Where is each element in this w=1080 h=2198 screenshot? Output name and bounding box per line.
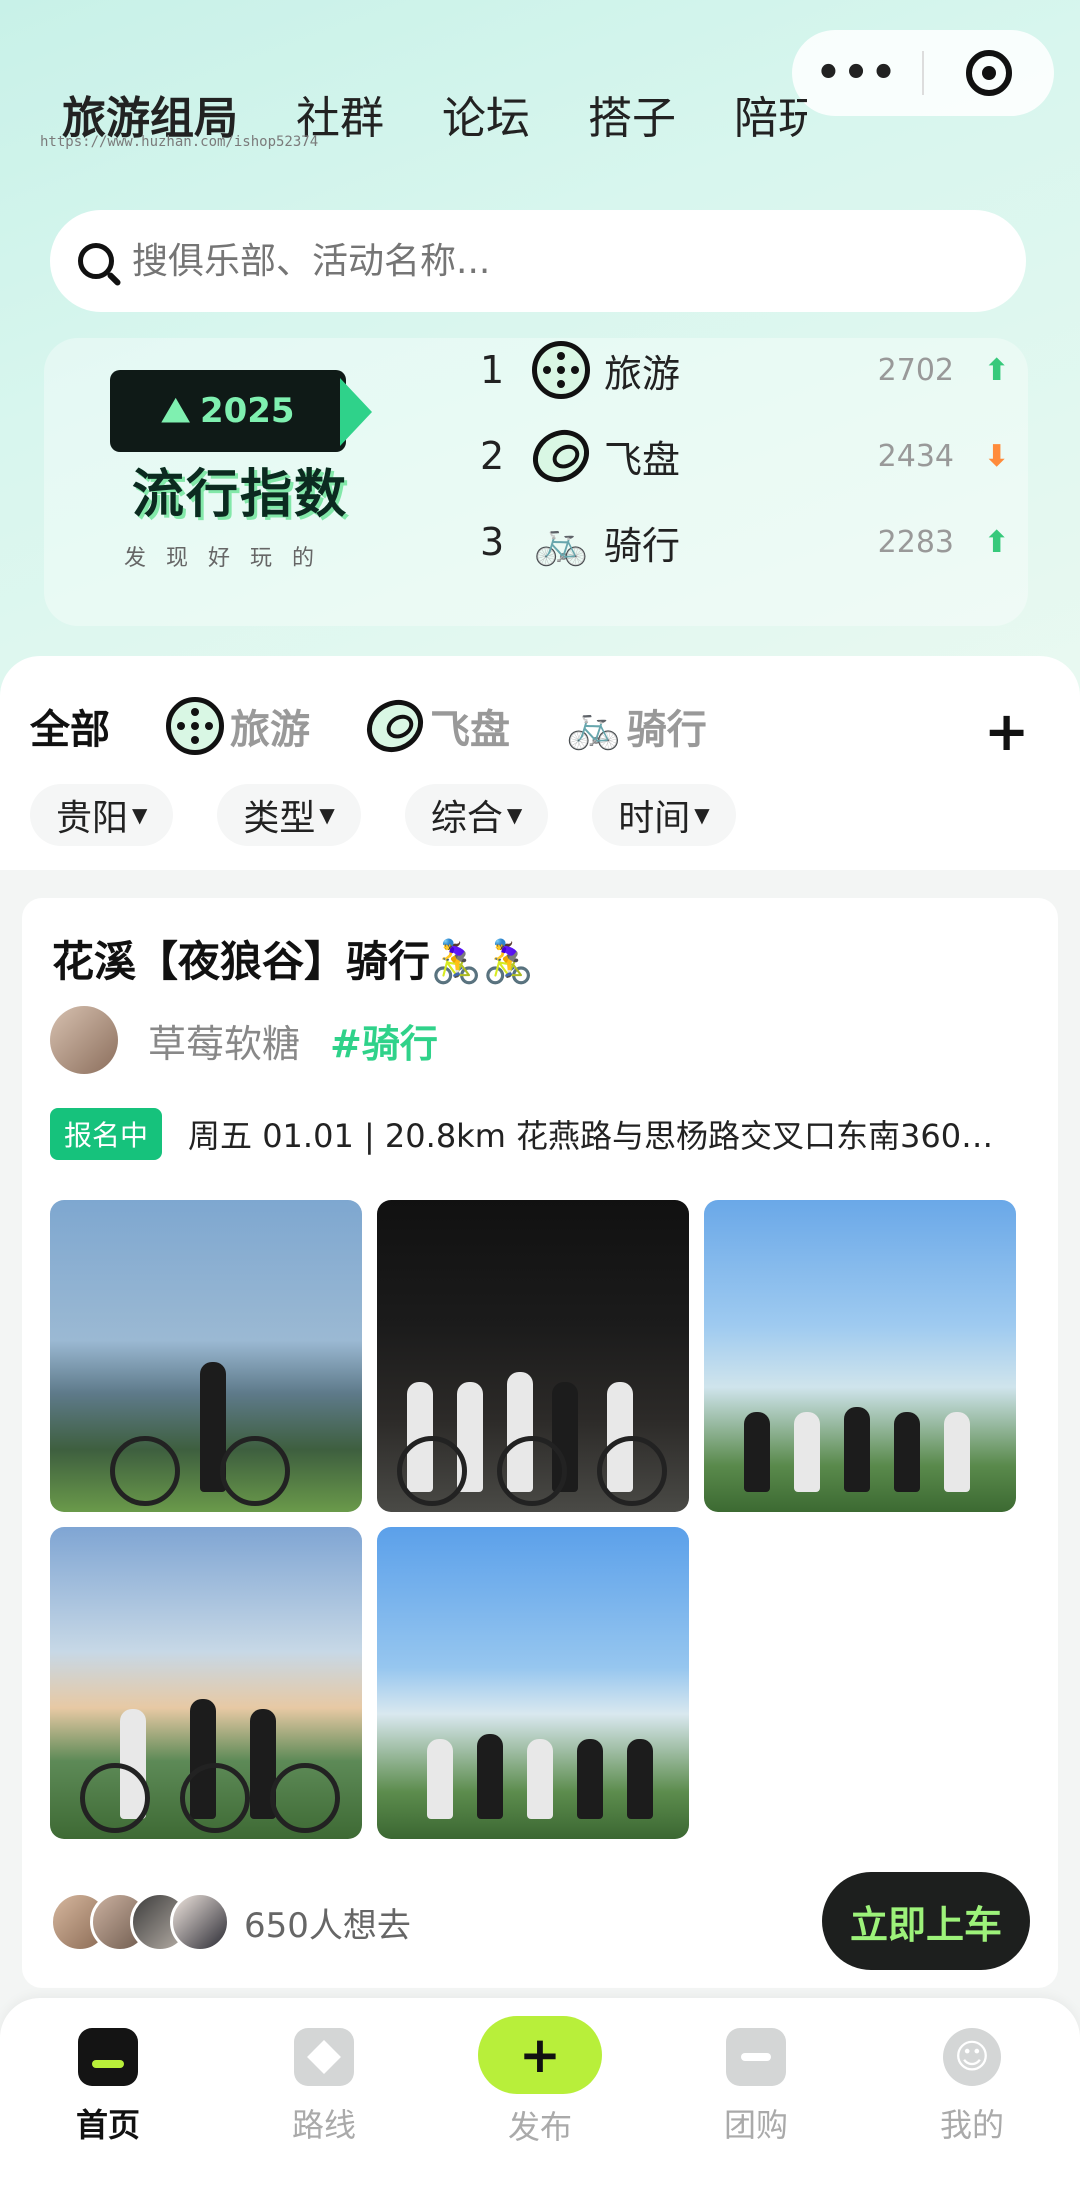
category-tab-all[interactable]: 全部 (22, 697, 132, 765)
photo-content (50, 1689, 362, 1839)
tab-profile[interactable]: ☺ 我的 (902, 2028, 1042, 2146)
watermark-url: https://www.huzhan.com/ishop52374 (40, 134, 319, 150)
trend-subtitle: 发现好玩的 (124, 546, 335, 571)
plus-icon: + (478, 2016, 602, 2094)
search-input[interactable] (132, 240, 952, 282)
tab-home[interactable]: 首页 (38, 2028, 178, 2146)
tab-label: 我的 (939, 2106, 1004, 2144)
trend-score: 2702 (877, 352, 954, 388)
photo-content (704, 1362, 1016, 1512)
tab-publish[interactable]: + 发布 (470, 2016, 610, 2148)
activity-photo[interactable] (377, 1200, 689, 1512)
trend-row[interactable]: 1 旅游 2702 ⬆ (480, 330, 1020, 410)
filter-label: 综合 (430, 798, 503, 839)
target-icon (966, 50, 1012, 96)
trend-rank: 3 (480, 520, 505, 564)
search-bar[interactable] (50, 210, 1026, 312)
mountain-icon: ⛰ (161, 391, 190, 431)
category-tab-label: 旅游 (230, 707, 310, 753)
top-nav-tab-forum[interactable]: 论坛 (442, 82, 530, 146)
close-miniprogram-button[interactable] (924, 50, 1054, 96)
tab-label: 路线 (291, 2106, 356, 2144)
photo-content (50, 1362, 362, 1512)
badge-arrow-icon (340, 378, 372, 446)
photo-content (377, 1689, 689, 1839)
frisbee-icon (357, 689, 433, 763)
activity-title: 花溪【夜狼谷】骑行🚴‍♀️🚴‍♀️ (52, 937, 535, 986)
tab-routes[interactable]: 路线 (254, 2028, 394, 2146)
search-icon (78, 243, 114, 279)
activity-photo[interactable] (377, 1527, 689, 1839)
category-tab-label: 飞盘 (430, 707, 510, 753)
trend-year-badge: ⛰ 2025 (110, 370, 346, 452)
bottom-tab-bar: 首页 路线 + 发布 团购 ☺ 我的 (0, 1998, 1080, 2198)
filter-city[interactable]: 贵阳 ▼ (30, 784, 174, 846)
tab-label: 团购 (723, 2106, 788, 2144)
category-tab-label: 骑行 (626, 707, 707, 753)
smiley-face-icon: ☺ (943, 2028, 1001, 2086)
author-name[interactable]: 草莓软糖 (148, 1013, 300, 1068)
add-category-button[interactable]: + (984, 700, 1029, 763)
filter-label: 贵阳 (56, 798, 129, 839)
bicycle-icon: 🚲 (533, 517, 589, 568)
top-nav-tab-buddy[interactable]: 搭子 (588, 82, 676, 146)
trend-year: 2025 (199, 391, 295, 431)
caret-down-icon: ▼ (132, 803, 148, 827)
participant-avatar (170, 1892, 230, 1952)
tab-group-buy[interactable]: 团购 (686, 2028, 826, 2146)
activity-tag[interactable]: #骑行 (330, 1013, 438, 1068)
trend-rank: 2 (480, 434, 505, 478)
activity-photo[interactable] (704, 1200, 1016, 1512)
filter-type[interactable]: 类型 ▼ (217, 784, 361, 846)
trend-row[interactable]: 3 🚲 骑行 2283 ⬆ (480, 502, 1020, 582)
arrow-up-icon: ⬆ (984, 352, 1010, 388)
tab-label: 首页 (75, 2106, 140, 2144)
frisbee-icon (523, 419, 599, 493)
arrow-up-icon: ⬆ (984, 524, 1010, 560)
arrow-down-icon: ⬇ (984, 438, 1010, 474)
trend-score: 2283 (877, 524, 954, 560)
category-tabs: 全部 旅游 飞盘 🚲 骑行 (22, 686, 1050, 766)
filter-time[interactable]: 时间 ▼ (592, 784, 736, 846)
more-menu-icon[interactable]: ••• (792, 30, 922, 116)
category-tab-cycling[interactable]: 🚲 骑行 (566, 697, 707, 755)
filter-label: 时间 (618, 798, 691, 839)
category-tab-frisbee[interactable]: 飞盘 (357, 689, 510, 763)
trend-rank: 1 (480, 348, 505, 392)
activity-photo[interactable] (50, 1200, 362, 1512)
miniprogram-capsule: ••• (792, 30, 1054, 116)
tab-label: 发布 (507, 2108, 572, 2146)
activity-footer: 650人想去 立即上车 (50, 1872, 1040, 1972)
join-now-button[interactable]: 立即上车 (822, 1872, 1030, 1970)
filter-bar: 贵阳 ▼ 类型 ▼ 综合 ▼ 时间 ▼ (30, 784, 736, 846)
navigation-arrow-icon (294, 2028, 354, 2086)
activity-author: 草莓软糖 #骑行 (50, 1006, 438, 1074)
trend-name: 旅游 (604, 351, 681, 396)
filter-sort[interactable]: 综合 ▼ (404, 784, 549, 846)
film-reel-icon (528, 337, 594, 403)
trend-title: 流行指数 (132, 465, 349, 525)
top-nav-tab-companion[interactable]: 陪玩 (734, 82, 807, 146)
category-tab-travel[interactable]: 旅游 (166, 697, 310, 755)
photo-content (377, 1362, 689, 1512)
want-to-go-count: 650人想去 (244, 1905, 411, 1946)
avatar[interactable] (50, 1006, 118, 1074)
activity-info: 报名中 周五 01.01 | 20.8km 花燕路与思杨路交叉口东南360米… (50, 1108, 1040, 1160)
trend-name: 骑行 (604, 523, 681, 568)
home-icon (78, 2028, 138, 2086)
chat-bubble-icon (726, 2028, 786, 2086)
bicycle-icon: 🚲 (566, 701, 621, 752)
activity-card[interactable]: 花溪【夜狼谷】骑行🚴‍♀️🚴‍♀️ 草莓软糖 #骑行 报名中 周五 01.01 … (22, 898, 1058, 1988)
caret-down-icon: ▼ (506, 803, 523, 827)
activity-details: 周五 01.01 | 20.8km 花燕路与思杨路交叉口东南360米… (188, 1117, 1019, 1155)
status-badge: 报名中 (50, 1108, 163, 1160)
trend-name: 飞盘 (604, 437, 681, 482)
trend-row[interactable]: 2 飞盘 2434 ⬇ (480, 416, 1020, 496)
caret-down-icon: ▼ (694, 803, 710, 827)
film-reel-icon (166, 697, 224, 755)
trend-score: 2434 (877, 438, 954, 474)
filter-label: 类型 (243, 798, 316, 839)
activity-photo[interactable] (50, 1527, 362, 1839)
caret-down-icon: ▼ (319, 803, 335, 827)
